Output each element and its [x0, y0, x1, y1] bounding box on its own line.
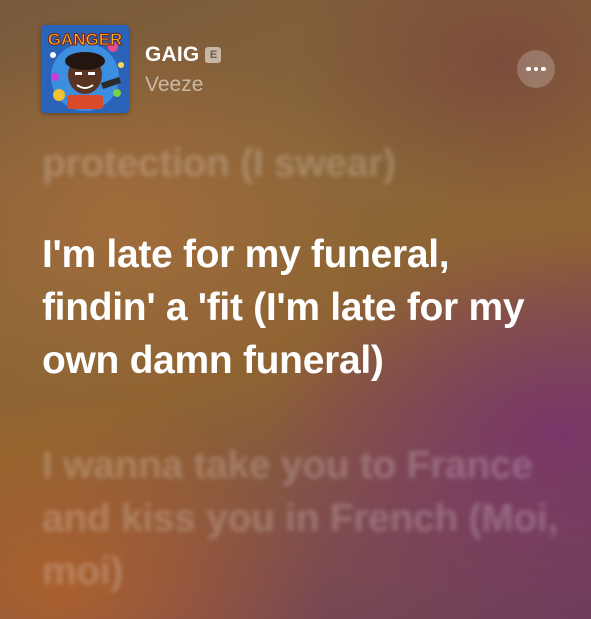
album-logo-text: GANGER [48, 30, 123, 49]
album-logo: GANGER [47, 30, 123, 50]
artist-name[interactable]: Veeze [145, 73, 203, 97]
lyric-line-next[interactable]: I wanna take you to France and kiss you … [42, 439, 572, 598]
track-title[interactable]: GAIG [145, 43, 199, 67]
lyric-line-current[interactable]: I'm late for my funeral, findin' a 'fit … [42, 228, 572, 387]
lyric-line-previous[interactable]: protection (I swear) [42, 137, 572, 190]
ellipsis-icon-dot-3 [541, 66, 546, 72]
album-art[interactable]: GANGER [41, 25, 129, 113]
track-title-row: GAIG E [145, 43, 222, 67]
explicit-badge: E [205, 47, 222, 63]
more-options-button[interactable] [517, 50, 555, 88]
ellipsis-icon [526, 66, 531, 72]
now-playing-header: GANGER GAIG E Veeze [41, 25, 555, 115]
ellipsis-icon-dot-2 [533, 66, 539, 72]
